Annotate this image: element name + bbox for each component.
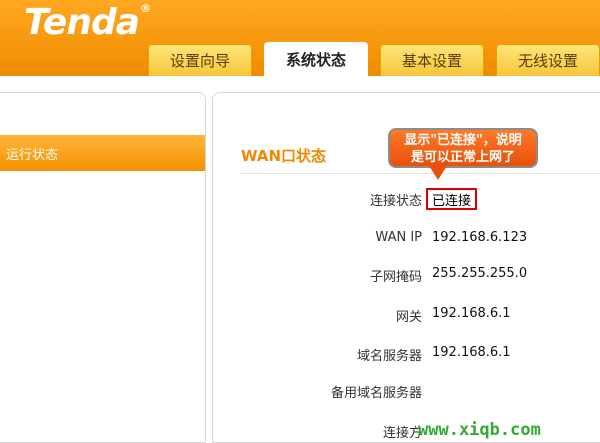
label-backup-dns-server: 备用域名服务器 [330, 386, 422, 401]
sidebar-item-run-status[interactable]: 运行状态 [0, 135, 205, 171]
callout-line-1: 显示"已连接"，说明 [404, 133, 522, 148]
callout-pointer [428, 164, 448, 180]
watermark: www.xiqb.com [418, 420, 541, 440]
tab-basic-settings[interactable]: 基本设置 [380, 44, 484, 76]
tenda-logo: Tenda® [24, 2, 151, 43]
label-subnet-mask: 子网掩码 [369, 270, 422, 285]
main-tabs: 设置向导 系统状态 基本设置 无线设置 [148, 42, 600, 76]
tab-wireless-settings[interactable]: 无线设置 [496, 44, 600, 76]
label-connection-status: 连接状态 [369, 194, 422, 209]
section-divider [241, 173, 600, 174]
section-title: WAN口状态 [241, 147, 327, 165]
label-wan-ip: WAN IP [375, 230, 422, 245]
value-dns-server: 192.168.6.1 [432, 345, 511, 360]
value-gateway: 192.168.6.1 [432, 306, 511, 321]
header-divider [0, 76, 600, 82]
label-dns-server: 域名服务器 [356, 349, 422, 364]
sidebar: 运行状态 [0, 92, 206, 443]
tab-setup-wizard[interactable]: 设置向导 [148, 44, 252, 76]
callout-annotation: 显示"已连接"，说明 是可以正常上网了 [388, 128, 538, 168]
tab-system-status[interactable]: 系统状态 [264, 42, 368, 76]
sidebar-item-label: 运行状态 [6, 147, 59, 163]
value-wan-ip: 192.168.6.123 [432, 230, 528, 245]
label-gateway: 网关 [395, 310, 422, 325]
callout-line-2: 是可以正常上网了 [410, 150, 515, 165]
header-bar: Tenda® 设置向导 系统状态 基本设置 无线设置 [0, 0, 600, 76]
value-subnet-mask: 255.255.255.0 [432, 266, 528, 281]
connection-status-value: 已连接 [426, 188, 478, 210]
label-connection-method: 连接方 [382, 426, 422, 441]
